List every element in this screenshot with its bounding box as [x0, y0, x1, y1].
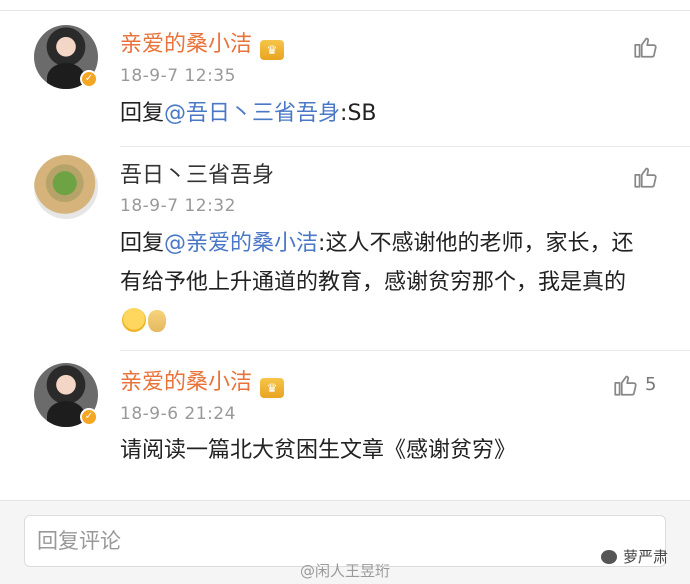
comment-username[interactable]: 吾日丶三省吾身	[120, 162, 274, 190]
thumbs-up-icon[interactable]	[632, 164, 658, 190]
brand-label: 萝严肃	[600, 546, 668, 567]
avatar[interactable]	[34, 155, 98, 219]
reply-prefix: 回复	[120, 101, 165, 126]
comment-timestamp: 18-9-7 12:35	[120, 66, 236, 86]
reply-prefix: 回复	[120, 231, 165, 256]
like-count: 5	[645, 374, 657, 395]
top-divider	[0, 10, 690, 11]
verified-badge-icon: ✓	[80, 408, 98, 426]
smile-emoji-icon	[122, 308, 146, 332]
comment-body: 回复@亲爱的桑小洁:这人不感谢他的老师，家长，还有给予他上升通道的教育，感谢贫穷…	[120, 224, 650, 341]
comment-username[interactable]: 亲爱的桑小洁 ♛	[120, 31, 285, 60]
wechat-icon	[600, 550, 617, 564]
comment-username[interactable]: 亲爱的桑小洁 ♛	[120, 369, 285, 398]
watermark: @闲人王昱珩	[300, 562, 391, 580]
comment-divider	[120, 350, 690, 351]
comment-body: 请阅读一篇北大贫困生文章《感谢贫穷》	[120, 438, 517, 463]
cry-emoji-icon	[148, 310, 166, 332]
comment-body: 回复@吾日丶三省吾身:SB	[120, 95, 650, 133]
comment-divider	[120, 146, 690, 147]
verified-badge-icon: ✓	[80, 70, 98, 88]
vip-crown-icon: ♛	[260, 378, 285, 398]
mention-link[interactable]: @吾日丶三省吾身	[164, 101, 340, 126]
thumbs-up-icon[interactable]	[632, 34, 658, 60]
comment-timestamp: 18-9-7 12:32	[120, 196, 236, 216]
brand-text: 萝严肃	[622, 548, 668, 566]
vip-crown-icon: ♛	[260, 40, 285, 60]
mention-link[interactable]: @亲爱的桑小洁	[164, 231, 318, 256]
comment-timestamp: 18-9-6 21:24	[120, 404, 236, 424]
comment-text: :SB	[340, 101, 377, 126]
thumbs-up-icon[interactable]	[612, 372, 638, 398]
